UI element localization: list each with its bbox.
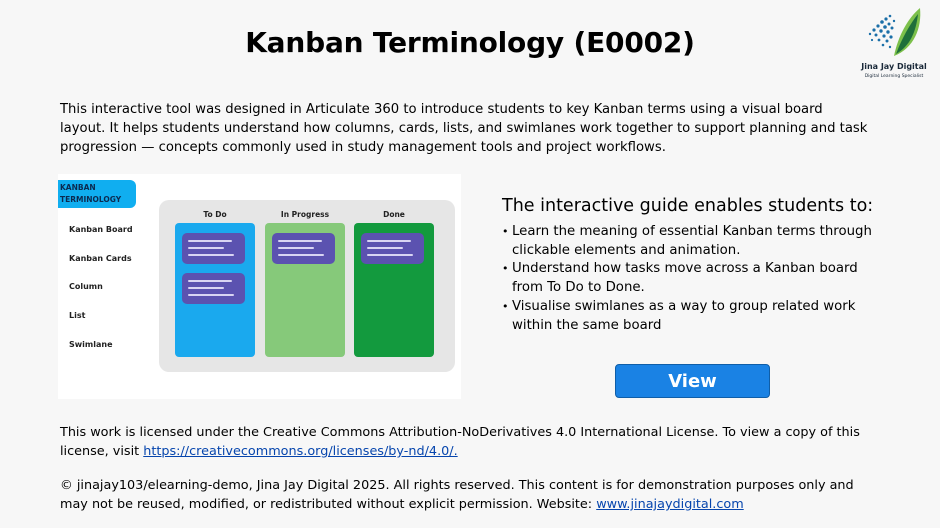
guide-heading: The interactive guide enables students t… bbox=[502, 196, 874, 216]
logo-tagline: Digital Learning Specialist bbox=[864, 74, 924, 79]
page-title: Kanban Terminology (E0002) bbox=[245, 26, 695, 59]
preview-column-header: Done bbox=[383, 210, 405, 219]
preview-nav-item: Kanban Board bbox=[69, 225, 133, 234]
preview-card bbox=[272, 233, 335, 264]
preview-nav-item: Column bbox=[69, 282, 103, 291]
preview-column-todo bbox=[175, 223, 255, 357]
brand-logo: Jina Jay Digital Digital Learning Specia… bbox=[858, 6, 930, 84]
preview-board: To Do In Progress Done bbox=[159, 200, 455, 372]
view-button[interactable]: View bbox=[615, 364, 770, 398]
preview-card bbox=[182, 273, 245, 304]
license-notice: This work is licensed under the Creative… bbox=[60, 423, 880, 461]
preview-column-in-progress bbox=[265, 223, 345, 357]
preview-tag: KANBAN TERMINOLOGY bbox=[58, 180, 136, 208]
preview-column-header: To Do bbox=[203, 210, 227, 219]
preview-nav-item: Swimlane bbox=[69, 340, 113, 349]
preview-column-header: In Progress bbox=[280, 210, 330, 219]
license-link[interactable]: https://creativecommons.org/licenses/by-… bbox=[143, 444, 457, 459]
leaf-dots-icon bbox=[868, 8, 921, 56]
copyright-notice: © jinajay103/elearning-demo, Jina Jay Di… bbox=[60, 476, 880, 514]
preview-card bbox=[361, 233, 424, 264]
logo-name: Jina Jay Digital bbox=[861, 62, 927, 71]
guide-list-item: Visualise swimlanes as a way to group re… bbox=[502, 298, 872, 335]
guide-list-item: Understand how tasks move across a Kanba… bbox=[502, 260, 872, 297]
preview-column-done bbox=[354, 223, 434, 357]
kanban-preview-image: KANBAN TERMINOLOGY Kanban Board Kanban C… bbox=[58, 174, 461, 399]
website-link[interactable]: www.jinajaydigital.com bbox=[596, 497, 744, 512]
preview-nav-item: Kanban Cards bbox=[69, 254, 132, 263]
intro-paragraph: This interactive tool was designed in Ar… bbox=[60, 102, 868, 155]
preview-nav-item: List bbox=[69, 311, 86, 320]
preview-card bbox=[182, 233, 245, 264]
guide-list: Learn the meaning of essential Kanban te… bbox=[502, 223, 872, 335]
guide-list-item: Learn the meaning of essential Kanban te… bbox=[502, 223, 872, 260]
